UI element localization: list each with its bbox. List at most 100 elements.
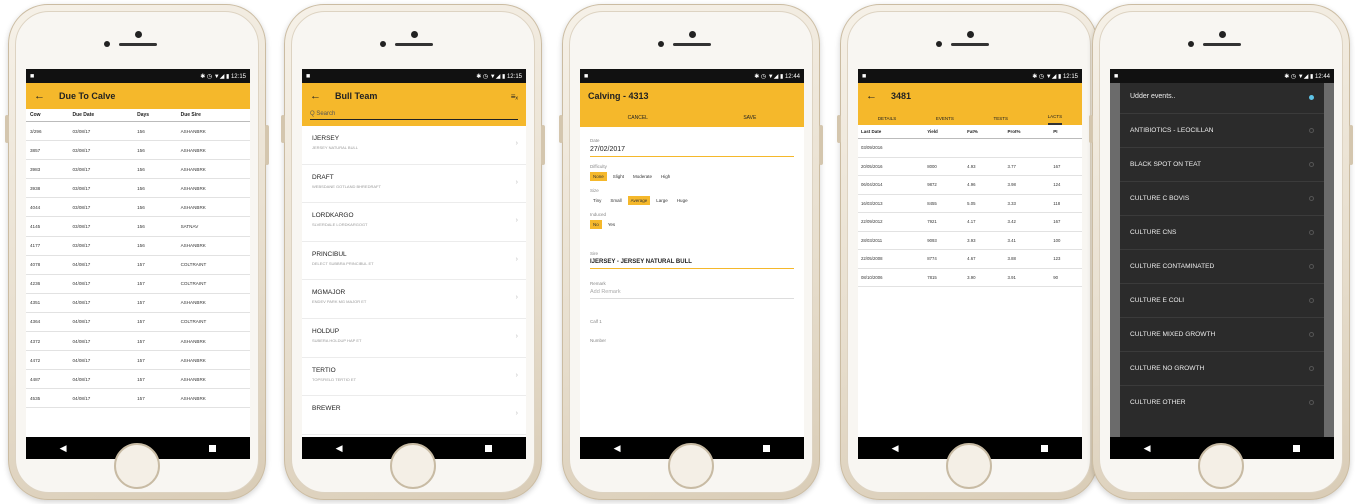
radio-icon[interactable] [1309,264,1314,269]
table-row[interactable]: 3938 03/08/17 156 ASHANBRK [26,178,250,199]
nav-recent-icon[interactable] [763,444,771,452]
table-row[interactable]: 4535 04/08/17 157 ASHANBRK [26,388,250,409]
radio-icon[interactable] [1309,162,1314,167]
table-cell: 4078 [26,255,69,275]
bull-list-item[interactable]: TERTIO TOPSFIELD TERTIO ET › [302,358,526,397]
size-option[interactable]: Large [653,196,671,205]
column-header-due-sire[interactable]: Due Sire [176,109,250,122]
filter-clear-icon[interactable]: ≡ₓ [511,92,518,101]
save-button[interactable]: SAVE [743,115,756,121]
udder-event-option[interactable]: CULTURE E COLI [1120,283,1324,317]
induced-option[interactable]: No [590,220,602,229]
nav-recent-icon[interactable] [1293,444,1301,452]
table-row[interactable]: 22/09/2012 7921 4.17 3.42 167 [858,212,1082,232]
induced-option[interactable]: Yes [605,220,618,229]
size-option[interactable]: Average [627,196,651,205]
home-button[interactable] [390,443,436,489]
radio-icon[interactable] [1309,196,1314,201]
difficulty-option[interactable]: High [658,172,673,181]
table-row[interactable]: 4236 04/08/17 157 COLTRAINT [26,274,250,294]
difficulty-option[interactable]: None [590,172,607,181]
radio-icon[interactable] [1309,128,1314,133]
table-row[interactable]: 4044 03/08/17 156 ASHANBRK [26,197,250,218]
radio-icon[interactable] [1309,400,1314,405]
table-row[interactable]: 28/03/2011 9093 3.93 3.41 100 [858,231,1082,250]
search-input[interactable]: Q Search [310,109,518,120]
size-option[interactable]: Huge [674,196,691,205]
radio-icon[interactable] [1309,366,1314,371]
bull-list-item[interactable]: IJERSEY JERSEY NATURAL BULL › [302,126,526,165]
radio-icon[interactable] [1309,298,1314,303]
back-arrow-icon[interactable]: ← [34,90,45,102]
table-row[interactable]: 4472 04/08/17 157 ASHANBRK [26,350,250,371]
table-row[interactable]: 3857 03/08/17 156 ASHANBRK [26,140,250,161]
back-arrow-icon[interactable]: ← [866,90,877,102]
udder-event-option[interactable]: CULTURE C BOVIS [1120,181,1324,215]
nav-back-icon[interactable]: ◀ [60,443,67,454]
udder-event-option[interactable]: CULTURE CNS [1120,215,1324,249]
bull-list-item[interactable]: HOLDUP SUBERA HOLDUP HAP ET › [302,319,526,358]
tab-details[interactable]: DETAILS [878,116,896,125]
table-row[interactable]: 4487 04/08/17 157 ASHANBRK [26,369,250,390]
difficulty-option[interactable]: Slight [610,172,627,181]
size-option[interactable]: Small [607,196,624,205]
radio-icon[interactable] [1309,230,1314,235]
column-header-days[interactable]: Days [133,109,177,122]
radio-selected-icon[interactable] [1309,95,1314,100]
table-row[interactable]: 06/04/2014 9872 4.96 3.98 124 [858,175,1082,195]
table-row[interactable]: 20/05/2016 8000 4.93 3.77 167 [858,157,1082,176]
table-row[interactable]: 16/03/2013 8455 5.05 3.33 118 [858,194,1082,213]
table-row[interactable]: 4078 04/08/17 157 COLTRAINT [26,255,250,275]
udder-event-option[interactable]: BLACK SPOT ON TEAT [1120,147,1324,181]
table-row[interactable]: 03/09/2016 [858,138,1082,158]
size-option[interactable]: Tiny [590,196,604,205]
back-arrow-icon[interactable]: ← [310,90,321,102]
form-actions: CANCEL SAVE [580,109,804,127]
column-header-cow[interactable]: Cow [26,109,69,122]
table-row[interactable]: 4364 04/08/17 157 COLTRAINT [26,312,250,333]
table-row[interactable]: 3983 03/08/17 156 ASHANBRK [26,159,250,180]
notification-icon: ■ [584,72,589,80]
udder-event-option[interactable]: CULTURE NO GROWTH [1120,351,1324,385]
radio-icon[interactable] [1309,332,1314,337]
table-row[interactable]: 4351 04/08/17 157 ASHANBRK [26,293,250,313]
phone-due-to-calve: ■ ✱ ◷ ▼◢ ▮ 12:15 ← Due To Calve Cow Due … [5,4,269,500]
home-button[interactable] [946,443,992,489]
udder-event-option[interactable]: CULTURE OTHER [1120,385,1324,419]
phone-udder-events: ■ ✱ ◷ ▼◢ ▮ 12:44 Udder events.. ANTIBIOT… [1089,4,1353,500]
remark-field[interactable]: Add Remark [590,286,794,299]
home-button[interactable] [668,443,714,489]
tab-lacts[interactable]: LACTS [1047,114,1063,125]
udder-event-option[interactable]: ANTIBIOTICS - LEOCILLAN [1120,113,1324,147]
date-field[interactable]: 27/02/2017 [590,143,794,157]
tab-events[interactable]: EVENTS [936,116,954,125]
table-cell: 7921 [924,212,965,232]
home-button[interactable] [114,443,160,489]
tab-tests[interactable]: TESTS [994,116,1009,125]
nav-back-icon[interactable]: ◀ [892,443,899,454]
table-row[interactable]: 4145 03/08/17 156 SATNAV [26,216,250,237]
home-button[interactable] [1198,443,1244,489]
nav-recent-icon[interactable] [1041,444,1049,452]
nav-recent-icon[interactable] [485,444,493,452]
udder-event-option[interactable]: CULTURE CONTAMINATED [1120,249,1324,283]
sire-field[interactable]: IJERSEY - JERSEY NATURAL BULL [590,256,794,269]
column-header-due-date[interactable]: Due Date [68,109,134,122]
nav-back-icon[interactable]: ◀ [614,443,621,454]
bull-list-item[interactable]: BREWER › [302,396,526,435]
table-row[interactable]: 3/296 03/08/17 156 ASHANBRK [26,121,250,142]
bull-list-item[interactable]: LORDKARGO SLVERDALE LORDKARGOGT › [302,203,526,242]
cancel-button[interactable]: CANCEL [628,115,648,121]
table-row[interactable]: 22/05/2008 8774 4.67 3.88 123 [858,249,1082,269]
udder-event-option[interactable]: CULTURE MIXED GROWTH [1120,317,1324,351]
difficulty-option[interactable]: Moderate [630,172,655,181]
table-row[interactable]: 4177 03/08/17 156 ASHANBRK [26,236,250,256]
bull-list-item[interactable]: PRINCIBUL DELECT SUBBRA PRINCIBUL ET › [302,242,526,281]
bull-list-item[interactable]: DRAFT WEBSDANE GOTLAND BHREDRAFT › [302,165,526,204]
table-row[interactable]: 08/10/2006 7815 3.90 3.91 90 [858,268,1082,287]
nav-back-icon[interactable]: ◀ [1144,443,1151,454]
table-row[interactable]: 4372 04/08/17 157 ASHANBRK [26,331,250,352]
nav-recent-icon[interactable] [209,444,217,452]
bull-list-item[interactable]: MGMAJOR ENDEV PARK MG MAJOR ET › [302,280,526,319]
nav-back-icon[interactable]: ◀ [336,443,343,454]
